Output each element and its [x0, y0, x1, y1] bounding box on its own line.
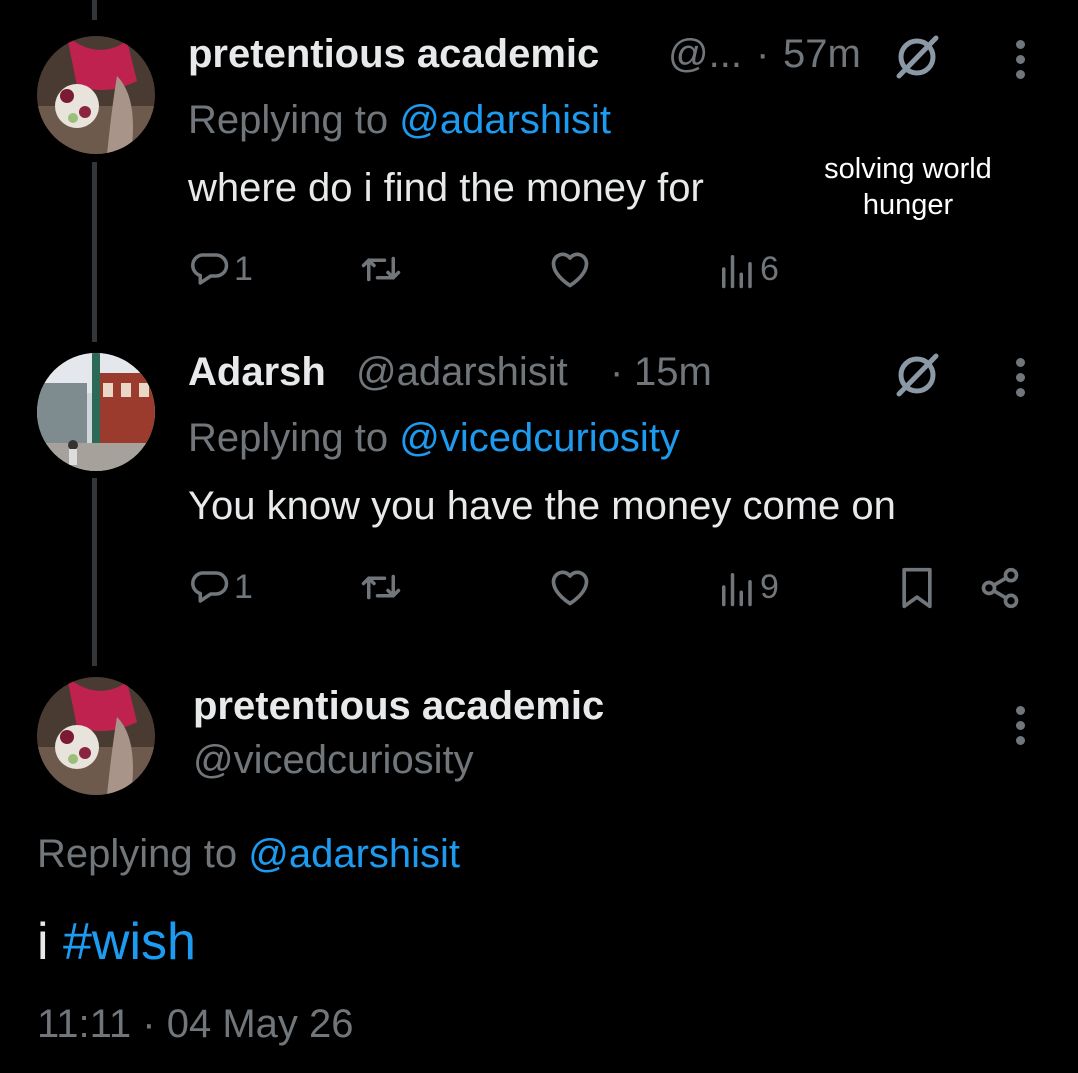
more-vertical-icon[interactable]	[1014, 40, 1026, 79]
overlay-caption: solving world hunger	[808, 151, 1008, 223]
replying-to-label: Replying to @adarshisit	[37, 832, 460, 877]
hidden-reply-icon[interactable]	[892, 348, 942, 403]
views-icon	[722, 255, 752, 289]
replying-to-label: Replying to @adarshisit	[188, 98, 611, 143]
tweet-text-prefix: i	[37, 913, 49, 971]
views-button[interactable]: 9	[716, 566, 779, 608]
replying-prefix: Replying to	[37, 832, 238, 876]
reply-count: 1	[234, 567, 253, 606]
author-name[interactable]: pretentious academic	[193, 684, 604, 729]
thread-line	[92, 478, 97, 666]
reply-count: 1	[234, 249, 253, 288]
replying-prefix: Replying to	[188, 416, 389, 460]
replying-handle-link[interactable]: @vicedcuriosity	[399, 416, 680, 460]
author-handle[interactable]: @...	[668, 32, 742, 77]
like-button[interactable]	[548, 566, 592, 608]
author-name[interactable]: pretentious academic	[188, 32, 599, 77]
author-handle[interactable]: @vicedcuriosity	[193, 738, 474, 783]
share-button[interactable]	[978, 566, 1022, 610]
separator-dot: ·	[610, 350, 624, 394]
reply-icon	[191, 571, 229, 603]
reply-icon	[191, 253, 229, 285]
avatar[interactable]	[37, 677, 155, 795]
retweet-icon	[361, 574, 401, 600]
replying-to-label: Replying to @vicedcuriosity	[188, 416, 680, 461]
tweet-text: where do i find the money for	[188, 166, 704, 210]
avatar[interactable]	[37, 353, 155, 471]
views-icon	[722, 573, 752, 607]
hashtag-link[interactable]: #wish	[63, 913, 196, 971]
more-vertical-icon[interactable]	[1014, 358, 1026, 397]
like-button[interactable]	[548, 248, 592, 290]
more-vertical-icon[interactable]	[1014, 706, 1026, 745]
bookmark-icon	[902, 567, 932, 609]
tweet-time[interactable]: 57m	[783, 32, 861, 77]
reply-button[interactable]: 1	[188, 248, 253, 290]
views-count: 6	[760, 249, 779, 288]
heart-icon	[551, 252, 589, 288]
heart-icon	[551, 570, 589, 606]
views-count: 9	[760, 567, 779, 606]
replying-prefix: Replying to	[188, 98, 389, 142]
retweet-button[interactable]	[358, 566, 404, 608]
avatar[interactable]	[37, 36, 155, 154]
tweet-time[interactable]: 15m	[634, 350, 712, 395]
tweet-text: You know you have the money come on	[188, 484, 896, 528]
bookmark-button[interactable]	[898, 566, 936, 610]
thread-line	[92, 0, 97, 20]
author-handle[interactable]: @adarshisit	[356, 350, 568, 395]
retweet-button[interactable]	[358, 248, 404, 290]
retweet-icon	[361, 256, 401, 282]
overlay-caption-line2: hunger	[862, 189, 954, 221]
main-tweet-text: i #wish	[37, 912, 196, 972]
replying-handle-link[interactable]: @adarshisit	[248, 832, 460, 876]
separator-dot: ·	[756, 32, 770, 76]
replying-handle-link[interactable]: @adarshisit	[399, 98, 611, 142]
share-icon	[981, 567, 1019, 609]
overlay-caption-line1: solving world	[824, 153, 992, 185]
reply-button[interactable]: 1	[188, 566, 253, 608]
author-name[interactable]: Adarsh	[188, 350, 326, 395]
thread-line	[92, 162, 97, 342]
views-button[interactable]: 6	[716, 248, 779, 290]
hidden-reply-icon[interactable]	[892, 30, 942, 85]
tweet-timestamp[interactable]: 11:11 · 04 May 26	[37, 1002, 353, 1047]
